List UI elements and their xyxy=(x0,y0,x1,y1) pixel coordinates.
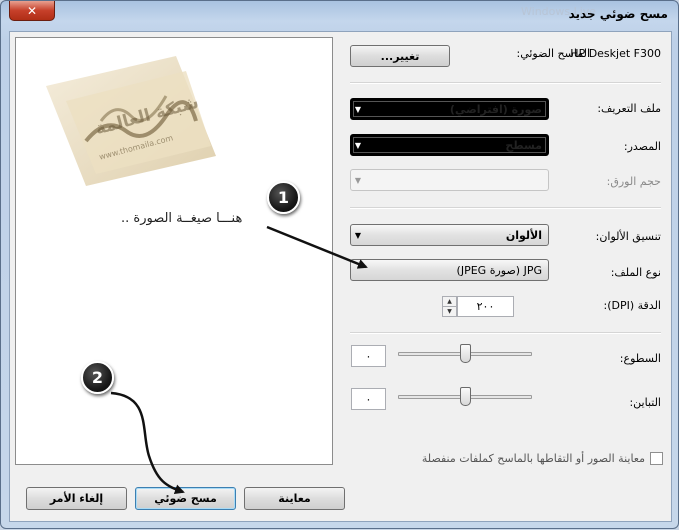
separate-files-label: معاينة الصور أو التقاطها بالماسح كملفات … xyxy=(421,452,645,465)
preview-button[interactable]: معاينة xyxy=(244,487,345,510)
contrast-input[interactable]: ٠ xyxy=(351,388,386,410)
resolution-label: الدقة (DPI): xyxy=(603,299,662,312)
window-title: مسح ضوئي جديد xyxy=(568,7,668,21)
separate-files-checkbox[interactable] xyxy=(650,452,663,465)
divider-2 xyxy=(350,207,661,209)
callout-two: 2 xyxy=(81,361,114,394)
chevron-down-icon: ▼ xyxy=(354,104,362,114)
chevron-down-icon: ▼ xyxy=(354,230,362,240)
dialog-client-area: شبكة العالمة www.thomaila.com هنـــا صيغ… xyxy=(9,31,672,522)
color-format-dropdown[interactable]: الألوان ▼ xyxy=(350,224,549,246)
chevron-down-icon: ▼ xyxy=(354,140,362,150)
file-type-dropdown[interactable]: JPG (صورة JPEG) ▼ xyxy=(350,259,549,281)
file-type-value: JPG (صورة JPEG) xyxy=(456,263,542,277)
scan-button[interactable]: مسح ضوئي xyxy=(135,487,236,510)
brightness-input[interactable]: ٠ xyxy=(351,345,386,367)
profile-value: صورة (افتراضي) xyxy=(449,102,542,116)
profile-label: ملف التعريف: xyxy=(597,102,661,115)
resolution-spinner[interactable]: ▲ ▼ xyxy=(442,296,457,317)
brightness-slider-thumb[interactable] xyxy=(459,344,471,363)
close-button[interactable]: ✕ xyxy=(9,1,55,21)
close-icon: ✕ xyxy=(26,3,38,18)
source-label: المصدر: xyxy=(623,140,661,153)
profile-dropdown[interactable]: صورة (افتراضي) ▼ xyxy=(350,98,549,120)
source-value: مسطح xyxy=(505,138,542,152)
spin-up-icon[interactable]: ▲ xyxy=(443,297,456,306)
cancel-button[interactable]: إلغاء الأمر xyxy=(26,487,127,510)
contrast-slider-thumb[interactable] xyxy=(459,387,471,406)
paper-size-label: حجم الورق: xyxy=(606,175,661,188)
resolution-input[interactable]: ٢٠٠ xyxy=(457,296,514,317)
format-annotation: هنـــا صيغــة الصورة .. xyxy=(121,211,243,226)
color-format-value: الألوان xyxy=(505,228,542,242)
paper-size-dropdown[interactable]: ▼ xyxy=(350,169,549,191)
spin-down-icon[interactable]: ▼ xyxy=(443,306,456,316)
source-dropdown[interactable]: مسطح ▼ xyxy=(350,134,549,156)
chevron-down-icon: ▼ xyxy=(354,175,362,185)
color-format-label: تنسيق الألوان: xyxy=(595,230,661,243)
contrast-label: التباين: xyxy=(629,396,661,409)
divider-1 xyxy=(350,82,661,84)
change-scanner-button[interactable]: تغيير... xyxy=(350,45,450,67)
scanner-name: HP Deskjet F300 xyxy=(570,47,661,60)
preview-pane: شبكة العالمة www.thomaila.com هنـــا صيغ… xyxy=(15,37,333,465)
callout-one: 1 xyxy=(267,181,300,214)
brightness-label: السطوع: xyxy=(619,352,661,365)
divider-3 xyxy=(350,332,661,334)
file-type-label: نوع الملف: xyxy=(610,266,661,279)
scan-dialog-window: Windows Live مسح ضوئي جديد ✕ شبكة العالم… xyxy=(0,0,679,529)
